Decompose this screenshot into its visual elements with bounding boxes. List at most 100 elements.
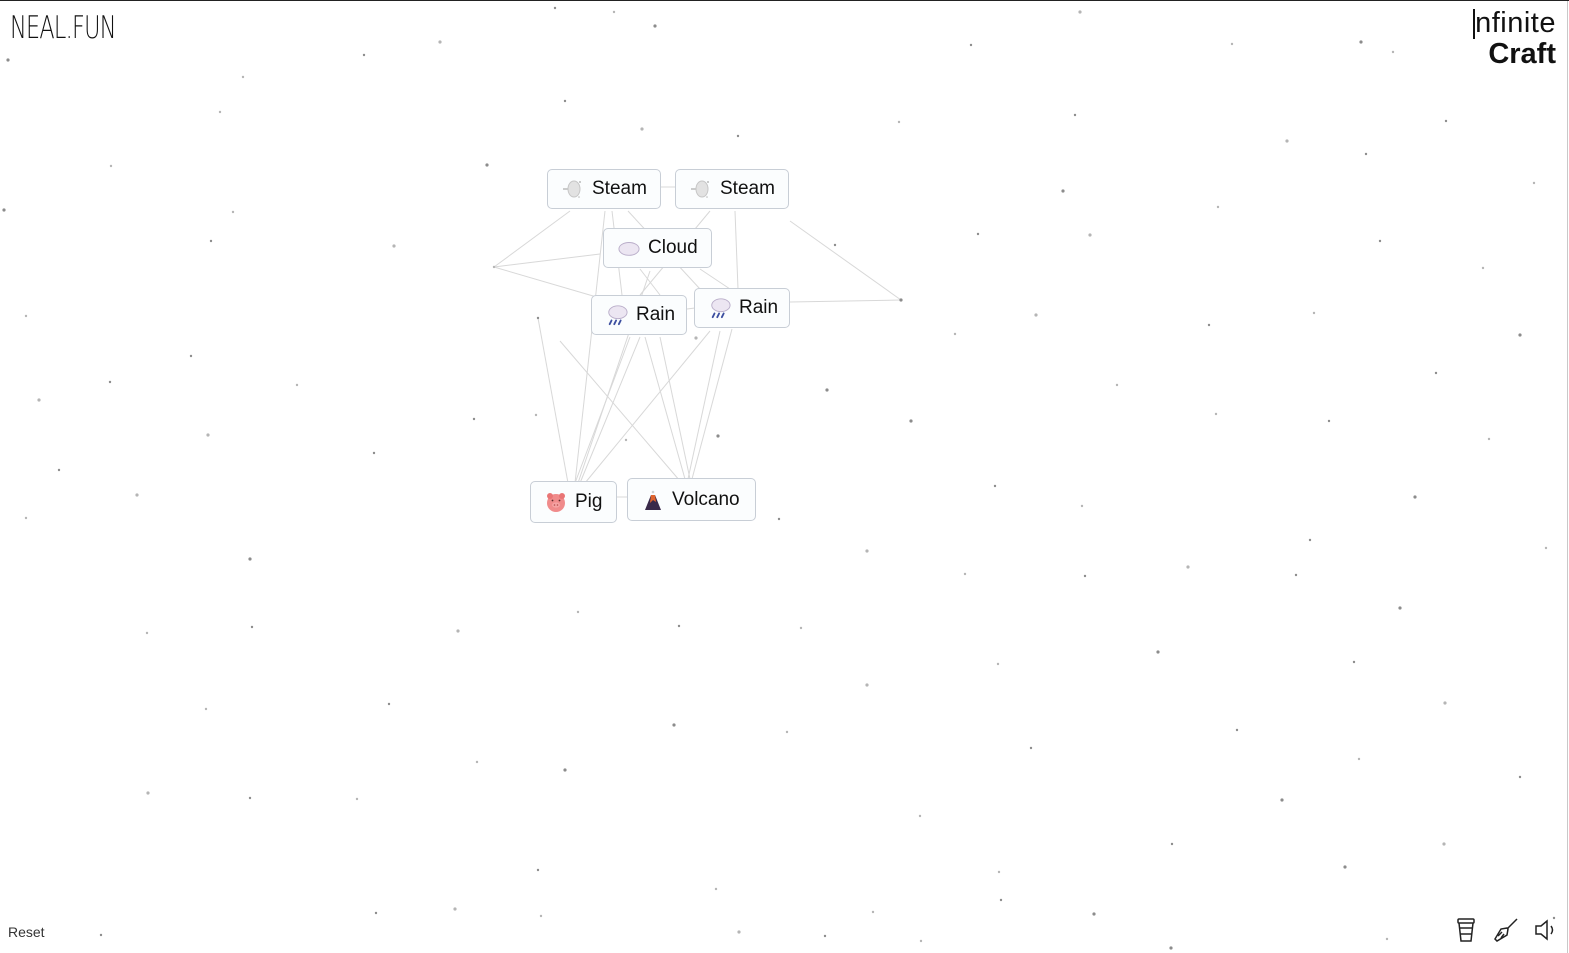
particle-canvas <box>2 6 1556 950</box>
particle-dot <box>374 911 378 915</box>
particle-dot <box>1391 50 1395 54</box>
workspace-item-steam[interactable]: Steam <box>675 169 789 209</box>
particle-dot <box>37 398 41 402</box>
particle-dot <box>899 298 903 302</box>
volcano-icon <box>642 489 664 511</box>
coffee-cup-icon[interactable] <box>1453 915 1479 945</box>
particle-dot <box>109 164 113 168</box>
particle-dot <box>1061 189 1065 193</box>
particle-dot <box>1487 437 1491 441</box>
particle-dot <box>1385 937 1389 941</box>
connection-line <box>699 268 731 290</box>
item-label: Rain <box>636 304 676 325</box>
particle-dot <box>563 768 567 772</box>
connection-line <box>789 299 902 303</box>
speaker-icon[interactable] <box>1533 915 1559 945</box>
particle-dot <box>472 417 476 421</box>
connection-line <box>691 328 733 480</box>
particle-dot <box>1092 912 1096 916</box>
particle-dot <box>1230 42 1234 46</box>
steam-icon <box>690 178 712 200</box>
particle-dot <box>250 625 254 629</box>
particle-dot <box>355 797 359 801</box>
particle-dot <box>1398 606 1402 610</box>
particle-dot <box>1078 10 1082 14</box>
particle-dot <box>145 631 149 635</box>
particle-dot <box>1186 565 1190 569</box>
workspace-item-pig[interactable]: Pig <box>530 481 617 523</box>
connection-line <box>734 210 739 290</box>
particle-dot <box>918 814 922 818</box>
particle-dot <box>1532 181 1536 185</box>
particle-dot <box>456 629 460 633</box>
item-label: Cloud <box>648 237 698 258</box>
particle-dot <box>1481 266 1485 270</box>
particle-dot <box>231 210 235 214</box>
particle-dot <box>1359 40 1363 44</box>
particle-dot <box>1115 383 1119 387</box>
pig-icon <box>545 491 567 513</box>
workspace-item-rain[interactable]: Rain <box>694 288 790 328</box>
particle-dot <box>1034 313 1038 317</box>
particle-dot <box>1156 650 1160 654</box>
particle-dot <box>1083 574 1087 578</box>
particle-dot <box>799 626 803 630</box>
particle-dot <box>1327 419 1331 423</box>
item-label: Rain <box>739 297 779 318</box>
particle-dot <box>485 163 489 167</box>
particle-dot <box>135 493 139 497</box>
particle-dot <box>24 516 28 520</box>
particle-dot <box>206 433 210 437</box>
steam-icon <box>562 178 584 200</box>
particle-dot <box>295 383 299 387</box>
particle-dot <box>1216 205 1220 209</box>
particle-dot <box>653 24 657 28</box>
workspace-item-rain[interactable]: Rain <box>591 295 687 335</box>
particle-dot <box>777 517 781 521</box>
particle-dot <box>1544 546 1548 550</box>
particle-dot <box>387 702 391 706</box>
particle-dot <box>1073 113 1077 117</box>
particle-dot <box>785 730 789 734</box>
particle-dot <box>1518 333 1522 337</box>
workspace-item-cloud[interactable]: Cloud <box>603 228 712 268</box>
workspace-item-steam[interactable]: Steam <box>547 169 661 209</box>
toolbar <box>1453 915 1559 945</box>
particle-dot <box>624 438 628 442</box>
particle-dot <box>1214 412 1218 416</box>
particle-dot <box>1434 371 1438 375</box>
neal-fun-logo[interactable]: NEAL.FUN <box>10 10 116 46</box>
app-title-craft: Craft <box>1488 38 1556 70</box>
particle-dot <box>1170 842 1174 846</box>
particle-dot <box>677 624 681 628</box>
particle-dot <box>553 6 557 10</box>
particle-dot <box>1080 504 1084 508</box>
particle-dot <box>1285 139 1289 143</box>
item-label: Pig <box>575 491 603 512</box>
particle-dot <box>534 413 538 417</box>
particle-dot <box>865 683 869 687</box>
broom-icon[interactable] <box>1493 915 1519 945</box>
workspace-item-volcano[interactable]: Volcano <box>627 478 756 521</box>
particle-dot <box>672 723 676 727</box>
particle-dot <box>997 870 1001 874</box>
particle-dot <box>871 910 875 914</box>
app-title: nfinite Craft <box>1473 9 1556 69</box>
particle-dot <box>714 887 718 891</box>
particle-dot <box>1444 119 1448 123</box>
particle-dot <box>865 549 869 553</box>
particle-dot <box>189 354 193 358</box>
app-title-infinite: nfinite <box>1475 7 1556 39</box>
connection-line <box>789 220 902 301</box>
reset-button[interactable]: Reset <box>8 924 45 940</box>
particle-dot <box>475 760 479 764</box>
particle-dot <box>392 244 396 248</box>
particle-dot <box>694 336 698 340</box>
particle-dot <box>1413 495 1417 499</box>
particle-dot <box>1308 538 1312 542</box>
particle-dot <box>919 939 923 943</box>
particle-dot <box>492 265 496 269</box>
particle-dot <box>241 75 245 79</box>
particle-dot <box>57 468 61 472</box>
connection-line <box>493 253 601 268</box>
